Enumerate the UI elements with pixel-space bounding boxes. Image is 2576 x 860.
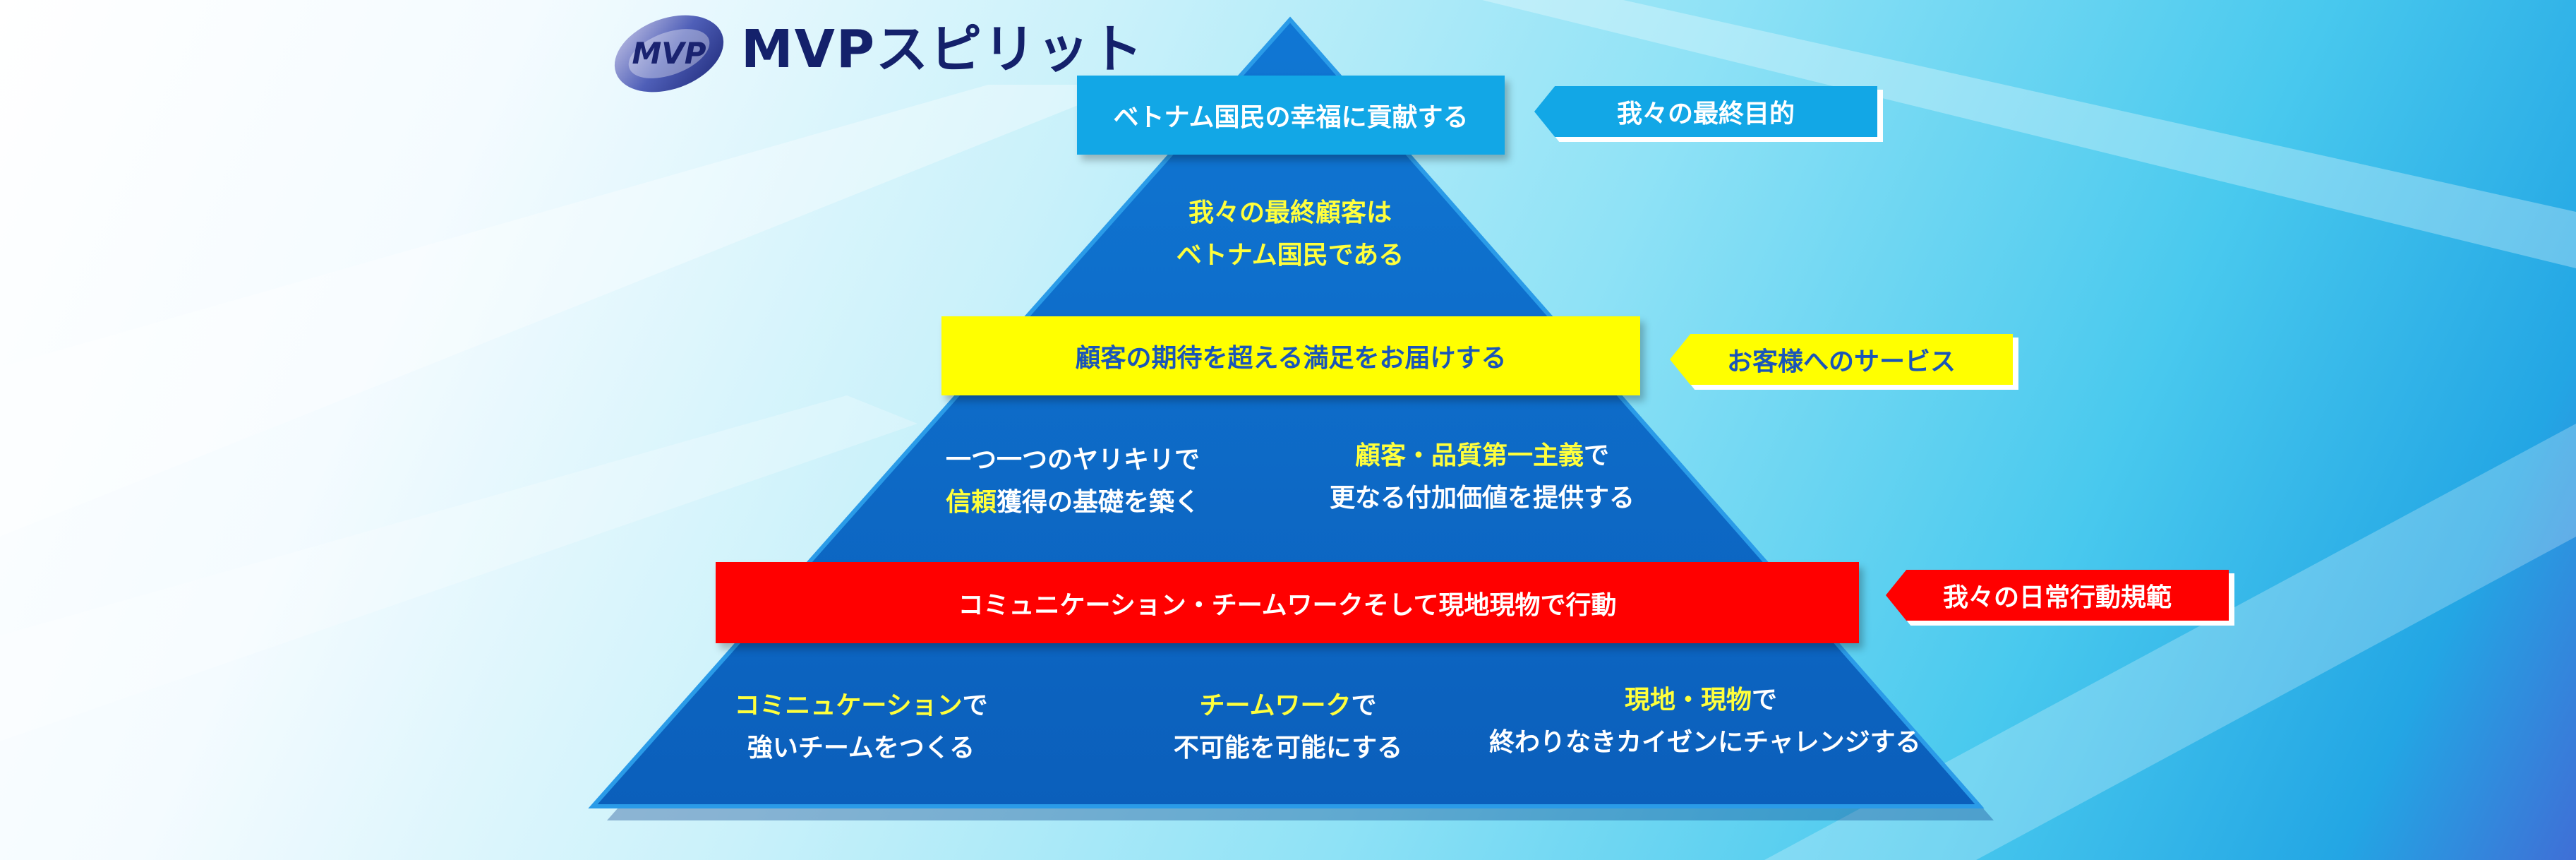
tier3-center-rest: で — [1351, 691, 1377, 720]
tier3-left-line1: コミニュケーションで — [706, 685, 1016, 727]
tier2-right-line2: 更なる付加価値を提供する — [1329, 484, 1635, 513]
tier3-center-line2: 不可能を可能にする — [1173, 734, 1403, 763]
tier3-right-text: 現地・現物で 終わりなきカイゼンにチャレンジする — [1489, 679, 1921, 764]
tier3-right-line1: 現地・現物で — [1489, 679, 1913, 722]
tier2-left-rest: 獲得の基礎を築く — [997, 488, 1200, 517]
band-daily-conduct: コミュニケーション・チームワークそして現地現物で行動 — [716, 562, 1859, 643]
tag-daily-conduct: 我々の日常行動規範 — [1886, 570, 2229, 621]
band-customer-satisfaction: 顧客の期待を超える満足をお届けする — [941, 316, 1640, 395]
tier2-left-line1: 一つ一つのヤリキリで — [945, 446, 1200, 474]
tier3-center-text: チームワークで 不可能を可能にする — [1129, 685, 1447, 770]
band-top-goal: ベトナム国民の幸福に貢献する — [1077, 76, 1505, 155]
tier3-left-highlight: コミニュケーション — [734, 691, 963, 720]
tier3-left-rest: で — [962, 691, 988, 720]
tier3-left-text: コミニュケーションで 強いチームをつくる — [706, 685, 1016, 770]
tag-ultimate-goal: 我々の最終目的 — [1534, 86, 1877, 137]
tier1-text: 我々の最終顧客は ベトナム国民である — [1078, 192, 1502, 277]
tier2-left-highlight: 信頼 — [945, 488, 997, 517]
tier2-right-text: 顧客・品質第一主義で 更なる付加価値を提供する — [1284, 435, 1680, 520]
tier2-right-highlight: 顧客・品質第一主義 — [1354, 441, 1584, 470]
tier2-right-line1: 顧客・品質第一主義で — [1284, 435, 1680, 477]
tier3-right-line2: 終わりなきカイゼンにチャレンジする — [1489, 728, 1921, 757]
tier3-right-highlight: 現地・現物 — [1624, 686, 1752, 715]
tier2-left-text: 一つ一つのヤリキリで 信頼獲得の基礎を築く — [875, 439, 1270, 524]
tag-customer-service: お客様へのサービス — [1670, 334, 2013, 385]
tier3-right-rest: で — [1752, 686, 1778, 715]
tier3-center-line1: チームワークで — [1129, 685, 1447, 727]
tier1-line2: ベトナム国民である — [1176, 241, 1404, 270]
tier3-left-line2: 強いチームをつくる — [747, 734, 975, 763]
tier2-right-rest: で — [1584, 441, 1610, 470]
tier3-center-highlight: チームワーク — [1199, 691, 1352, 720]
tier2-left-line2: 信頼獲得の基礎を築く — [875, 482, 1270, 524]
tier1-line1: 我々の最終顧客は — [1188, 198, 1392, 227]
